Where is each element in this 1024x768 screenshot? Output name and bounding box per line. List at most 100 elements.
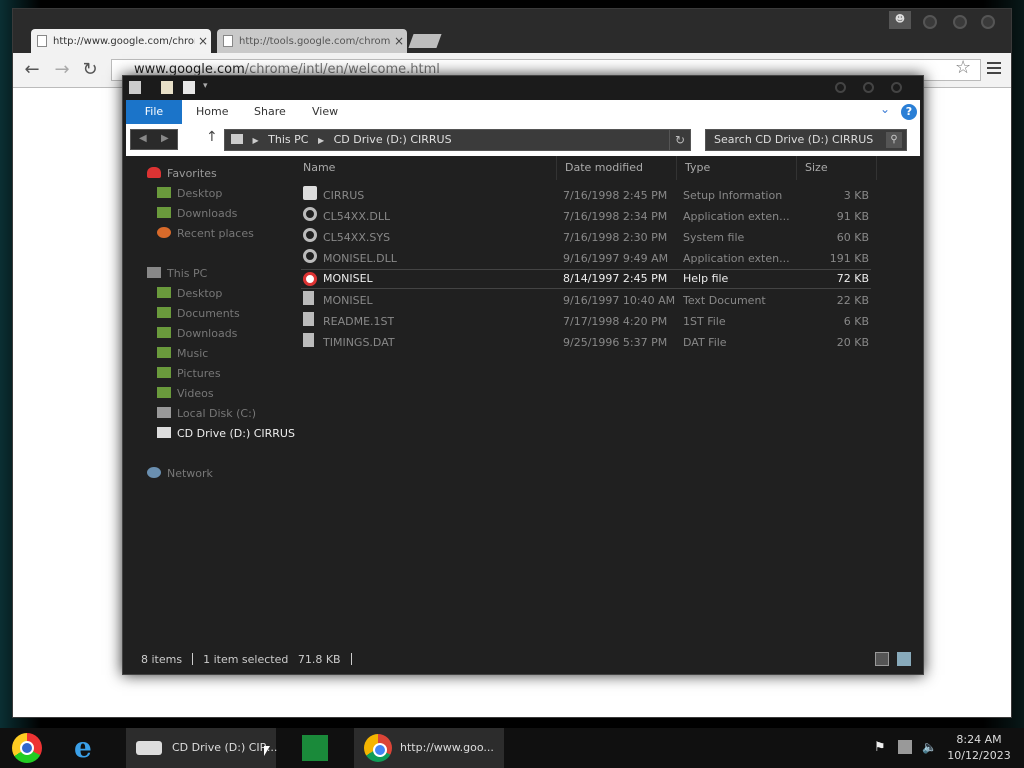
taskbar-chrome[interactable]: http://www.goo... — [354, 728, 504, 768]
file-list: Name Date modified Type Size CIRRUS 7/16… — [295, 156, 923, 636]
customize-toolbar-chevron-icon[interactable]: ▾ — [203, 81, 208, 91]
start-button[interactable] — [8, 728, 48, 768]
recent-places-icon — [157, 227, 171, 238]
close-button[interactable] — [981, 15, 995, 29]
new-tab-button[interactable] — [408, 34, 442, 48]
gear-icon — [303, 228, 317, 242]
nav-pc-pictures[interactable]: Pictures — [157, 364, 221, 384]
file-row[interactable]: CIRRUS 7/16/1998 2:45 PM Setup Informati… — [301, 186, 871, 206]
nav-fav-recent[interactable]: Recent places — [157, 224, 254, 244]
forward-icon[interactable]: ▶ — [161, 133, 169, 144]
nav-fav-downloads[interactable]: Downloads — [157, 204, 237, 224]
details-view-icon[interactable] — [875, 652, 889, 666]
nav-pc-documents[interactable]: Documents — [157, 304, 240, 324]
nav-pc-videos[interactable]: Videos — [157, 384, 214, 404]
heart-icon — [147, 167, 161, 178]
breadcrumb[interactable]: ▶ This PC ▶ CD Drive (D:) CIRRUS — [224, 129, 689, 151]
tab-share[interactable]: Share — [254, 100, 286, 124]
speaker-muted-icon[interactable]: 🔈 — [922, 740, 937, 754]
bookmark-star-icon[interactable]: ☆ — [955, 57, 971, 78]
browser-tab-active[interactable]: http://www.google.com/chrome × — [31, 29, 211, 53]
reload-icon[interactable]: ↻ — [79, 59, 101, 81]
videos-folder-icon — [157, 387, 171, 398]
file-row[interactable]: MONISEL 9/16/1997 10:40 AM Text Document… — [301, 291, 871, 311]
drive-icon — [129, 81, 141, 94]
gear-icon — [303, 207, 317, 221]
nav-pc-music[interactable]: Music — [157, 344, 208, 364]
blank-file-icon — [303, 312, 314, 326]
flag-icon[interactable]: ⚑ — [874, 740, 888, 755]
nav-pc-local-disk[interactable]: Local Disk (C:) — [157, 404, 256, 424]
refresh-icon[interactable]: ↻ — [669, 129, 691, 151]
file-row[interactable]: TIMINGS.DAT 9/25/1996 5:37 PM DAT File 2… — [301, 333, 871, 353]
taskbar-store[interactable] — [290, 728, 340, 768]
file-row[interactable]: CL54XX.SYS 7/16/1998 2:30 PM System file… — [301, 228, 871, 248]
hard-disk-icon — [157, 407, 171, 418]
item-count: 8 items — [141, 653, 183, 666]
breadcrumb-this-pc[interactable]: This PC — [268, 133, 308, 146]
downloads-folder-icon — [157, 207, 171, 218]
cd-drive-icon — [136, 741, 162, 755]
setup-info-icon — [303, 186, 317, 200]
search-icon[interactable]: ⚲ — [886, 132, 902, 148]
gear-icon — [303, 249, 317, 263]
minimize-button[interactable] — [923, 15, 937, 29]
file-row[interactable]: MONISEL.DLL 9/16/1997 9:49 AM Applicatio… — [301, 249, 871, 269]
column-header-type[interactable]: Type — [677, 156, 797, 180]
help-icon[interactable]: ? — [901, 104, 917, 120]
expand-ribbon-chevron-icon[interactable]: ⌄ — [880, 102, 890, 116]
user-icon[interactable]: ☻ — [889, 11, 911, 29]
tab-close-icon[interactable]: × — [195, 34, 211, 48]
nav-this-pc[interactable]: This PC — [147, 264, 207, 284]
file-row[interactable]: CL54XX.DLL 7/16/1998 2:34 PM Application… — [301, 207, 871, 227]
column-header-name[interactable]: Name — [295, 156, 557, 180]
nav-network[interactable]: Network — [147, 464, 213, 484]
nav-fav-desktop[interactable]: Desktop — [157, 184, 222, 204]
maximize-button[interactable] — [953, 15, 967, 29]
cd-drive-icon — [157, 427, 171, 438]
new-folder-icon[interactable] — [183, 81, 195, 94]
blank-file-icon — [303, 333, 314, 347]
status-bar: 8 items 1 item selected 71.8 KB — [123, 646, 923, 674]
nav-pc-desktop[interactable]: Desktop — [157, 284, 222, 304]
back-arrow-icon[interactable]: ← — [21, 59, 43, 81]
nav-pc-downloads[interactable]: Downloads — [157, 324, 237, 344]
network-icon — [147, 467, 161, 478]
large-icons-view-icon[interactable] — [897, 652, 911, 666]
explorer-minimize-button[interactable] — [835, 82, 846, 93]
nav-pc-cd-drive[interactable]: CD Drive (D:) CIRRUS — [157, 424, 295, 444]
chrome-tabstrip: http://www.google.com/chrome × http://to… — [13, 9, 1011, 53]
taskbar-ie[interactable]: e — [66, 728, 110, 768]
explorer-titlebar: ▾ — [123, 76, 923, 100]
pictures-folder-icon — [157, 367, 171, 378]
forward-arrow-icon[interactable]: → — [51, 59, 73, 81]
chrome-menu-icon[interactable] — [987, 59, 1001, 75]
explorer-maximize-button[interactable] — [863, 82, 874, 93]
file-row-selected[interactable]: MONISEL 8/14/1997 2:45 PM Help file 72 K… — [301, 269, 871, 289]
taskbar: e CD Drive (D:) CIR... http://www.goo...… — [0, 728, 1024, 768]
properties-icon[interactable] — [161, 81, 173, 94]
explorer-close-button[interactable] — [891, 82, 902, 93]
clock[interactable]: 8:24 AM 10/12/2023 — [946, 732, 1012, 764]
page-icon — [223, 35, 233, 47]
mouse-cursor-icon — [264, 746, 270, 756]
tab-view[interactable]: View — [312, 100, 338, 124]
search-input[interactable]: Search CD Drive (D:) CIRRUS ⚲ — [705, 129, 907, 151]
music-folder-icon — [157, 347, 171, 358]
taskbar-explorer[interactable]: CD Drive (D:) CIR... — [126, 728, 277, 768]
tab-home[interactable]: Home — [196, 100, 228, 124]
up-arrow-icon[interactable]: ↑ — [206, 129, 218, 145]
page-icon — [37, 35, 47, 47]
file-row[interactable]: README.1ST 7/17/1998 4:20 PM 1ST File 6 … — [301, 312, 871, 332]
back-forward-buttons[interactable]: ◀ ▶ — [130, 129, 178, 150]
network-status-icon[interactable] — [898, 740, 912, 754]
tab-close-icon[interactable]: × — [391, 34, 407, 48]
back-icon[interactable]: ◀ — [139, 133, 147, 144]
column-header-size[interactable]: Size — [797, 156, 877, 180]
column-header-date[interactable]: Date modified — [557, 156, 677, 180]
nav-favorites[interactable]: Favorites — [147, 164, 217, 184]
browser-tab-inactive[interactable]: http://tools.google.com/chrome × — [217, 29, 407, 53]
store-icon — [302, 735, 328, 761]
breadcrumb-cd-drive[interactable]: CD Drive (D:) CIRRUS — [334, 133, 452, 146]
tab-file[interactable]: File — [126, 100, 182, 124]
